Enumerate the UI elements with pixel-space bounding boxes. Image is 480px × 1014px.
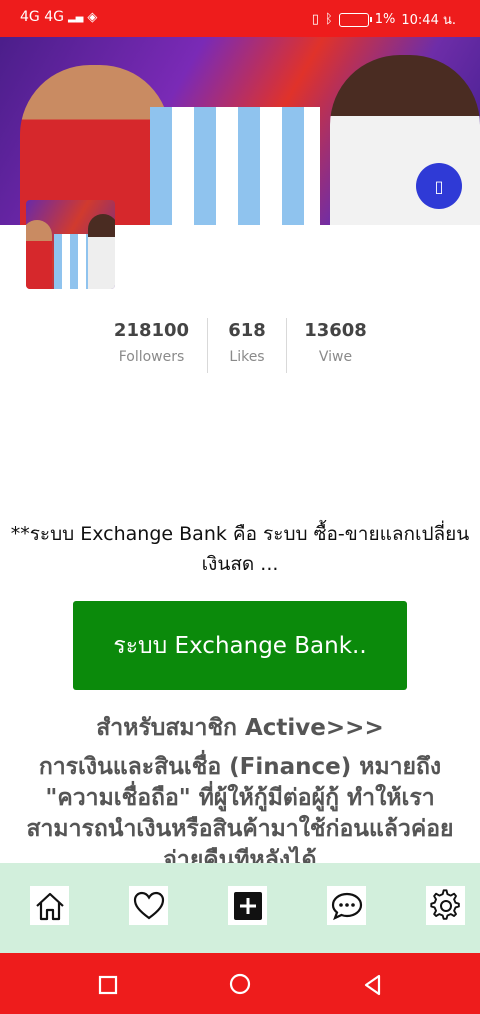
signal-icon: ▂▄ <box>67 11 84 23</box>
stat-likes[interactable]: 618 Likes <box>207 318 286 373</box>
battery-icon <box>338 12 372 27</box>
description-line: **ระบบ Exchange Bank คือ ระบบ ซื้อ-ขายแล… <box>10 523 470 545</box>
home-icon <box>35 892 64 920</box>
unknown-glyph-icon: ▯ <box>434 176 444 196</box>
finance-line: การเงินและสินเชื่อ (Finance) หมายถึง <box>38 754 442 780</box>
stat-label: Viwe <box>318 349 353 365</box>
stat-followers[interactable]: 218100 Followers <box>96 318 207 373</box>
nav-home[interactable] <box>30 886 69 925</box>
recents-icon <box>98 975 118 995</box>
nav-chat[interactable] <box>327 886 366 925</box>
stat-label: Likes <box>229 349 265 365</box>
stat-value: 618 <box>228 320 266 341</box>
add-icon <box>233 891 262 920</box>
bluetooth-icon: ᛒ <box>324 12 333 27</box>
finance-description: การเงินและสินเชื่อ (Finance) หมายถึง "คว… <box>0 752 480 876</box>
member-heading: สำหรับสมาชิก Active>>> <box>96 715 384 741</box>
cover-player-center <box>150 47 320 225</box>
description-line: เงินสด ... <box>201 553 279 575</box>
status-bar: 4G 4G ▂▄ ◈ ▯ ᛒ 1% 10:44 น. <box>0 0 480 37</box>
cover-shirt <box>150 107 320 225</box>
vibrate-icon: ▯ <box>311 12 319 27</box>
profile-stats: 218100 Followers 618 Likes 13608 Viwe <box>96 318 384 373</box>
recents-button[interactable] <box>98 975 118 999</box>
chat-icon <box>331 892 362 920</box>
system-navigation-bar <box>0 953 480 1014</box>
status-left: 4G 4G ▂▄ ◈ <box>20 9 97 25</box>
cover-action-button[interactable]: ▯ <box>416 163 462 209</box>
nav-settings[interactable] <box>426 886 465 925</box>
system-home-button[interactable] <box>229 973 251 999</box>
exchange-bank-button[interactable]: ระบบ Exchange Bank.. <box>73 601 407 690</box>
exchange-description: **ระบบ Exchange Bank คือ ระบบ ซื้อ-ขายแล… <box>0 519 480 579</box>
bottom-navigation <box>0 863 480 953</box>
home-circle-icon <box>229 973 251 995</box>
wifi-icon: ◈ <box>87 9 98 25</box>
status-right: ▯ ᛒ 1% 10:44 น. <box>312 9 456 30</box>
profile-avatar[interactable] <box>26 200 115 289</box>
stat-value: 218100 <box>113 320 190 341</box>
avatar-figure-left <box>26 220 52 289</box>
stat-label: Followers <box>118 349 185 365</box>
cover-image: ▯ <box>0 37 480 225</box>
avatar-figure-right <box>88 214 115 289</box>
nav-add[interactable] <box>228 886 267 925</box>
app-screen: 4G 4G ▂▄ ◈ ▯ ᛒ 1% 10:44 น. ▯ 218100 Foll… <box>0 0 480 1014</box>
stat-value: 13608 <box>304 320 367 341</box>
heart-icon <box>133 891 164 919</box>
back-button[interactable] <box>362 974 384 1000</box>
back-icon <box>364 974 381 996</box>
nav-likes[interactable] <box>129 886 168 925</box>
avatar-figure-center <box>54 210 90 289</box>
clock: 10:44 น. <box>401 13 456 28</box>
battery-percent: 1% <box>374 12 396 27</box>
finance-line: สามารถนำเงินหรือสินค้ามาใช้ก่อนแล้วค่อย <box>26 816 454 842</box>
settings-icon <box>429 888 460 920</box>
network-label: 4G 4G <box>20 9 64 25</box>
stat-views[interactable]: 13608 Viwe <box>286 318 384 373</box>
finance-line: "ความเชื่อถือ" ที่ผู้ให้กู้มีต่อผู้กู้ ท… <box>45 785 435 811</box>
